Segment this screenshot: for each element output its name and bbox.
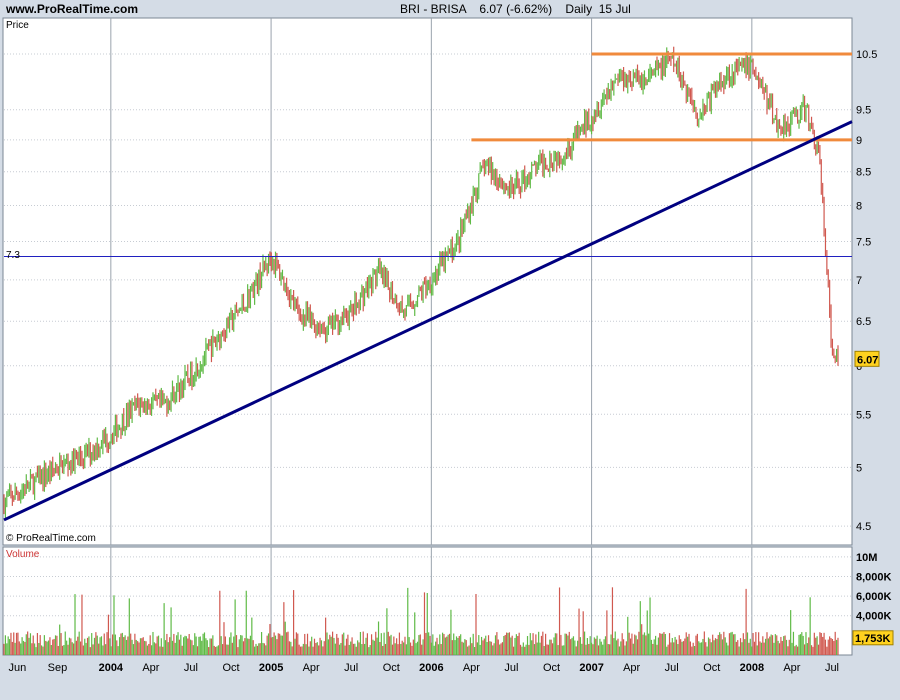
x-tick-label: Sep: [48, 662, 68, 674]
y-tick-label: 7.5: [856, 236, 871, 248]
x-tick-label: Jul: [184, 662, 198, 674]
y-tick-label: 7: [856, 275, 862, 287]
x-tick-label: Oct: [703, 662, 720, 674]
x-tick-label: Jul: [665, 662, 679, 674]
watermark: © ProRealTime.com: [6, 533, 96, 544]
x-tick-label: 2008: [740, 662, 764, 674]
last-price-label: 6.07: [857, 354, 878, 366]
x-tick-label: 2004: [99, 662, 124, 674]
y-tick-label: 5: [856, 462, 862, 474]
x-tick-label: Apr: [303, 662, 320, 674]
y-tick-label: 9.5: [856, 105, 871, 117]
x-tick-label: Jun: [8, 662, 26, 674]
y-tick-label: 5.5: [856, 409, 871, 421]
hline-label: 7.3: [6, 250, 20, 261]
x-tick-label: Jul: [344, 662, 358, 674]
y-tick-label: 8.5: [856, 167, 871, 179]
vol-tick-label: 6,000K: [856, 591, 892, 603]
vol-tick-label: 8,000K: [856, 571, 892, 583]
x-tick-label: Apr: [623, 662, 640, 674]
vol-tick-label: 4,000K: [856, 611, 892, 623]
y-tick-label: 6.5: [856, 316, 871, 328]
x-tick-label: 2006: [419, 662, 443, 674]
x-tick-label: Apr: [142, 662, 159, 674]
y-tick-label: 4.5: [856, 521, 871, 533]
y-tick-label: 8: [856, 200, 862, 212]
stock-chart: Jun Sep 2004 Apr Jul Oct 2005 Apr Jul Oct 2006 Apr J…: [2, 17, 894, 674]
x-tick-label: Jul: [504, 662, 518, 674]
y-tick-label: 10.5: [856, 49, 877, 61]
x-tick-label: 2005: [259, 662, 283, 674]
x-tick-label: Apr: [783, 662, 800, 674]
price-panel-label: Price: [6, 20, 29, 31]
volume-panel-label: Volume: [6, 549, 40, 560]
x-tick-label: Jul: [825, 662, 839, 674]
x-tick-label: Apr: [463, 662, 480, 674]
vol-tick-label: 10M: [856, 552, 877, 564]
x-tick-label: Oct: [383, 662, 400, 674]
x-tick-label: 2007: [579, 662, 603, 674]
y-tick-label: 9: [856, 135, 862, 147]
x-tick-label: Oct: [222, 662, 239, 674]
x-tick-label: Oct: [543, 662, 560, 674]
last-volume-label: 1,753K: [855, 633, 891, 645]
